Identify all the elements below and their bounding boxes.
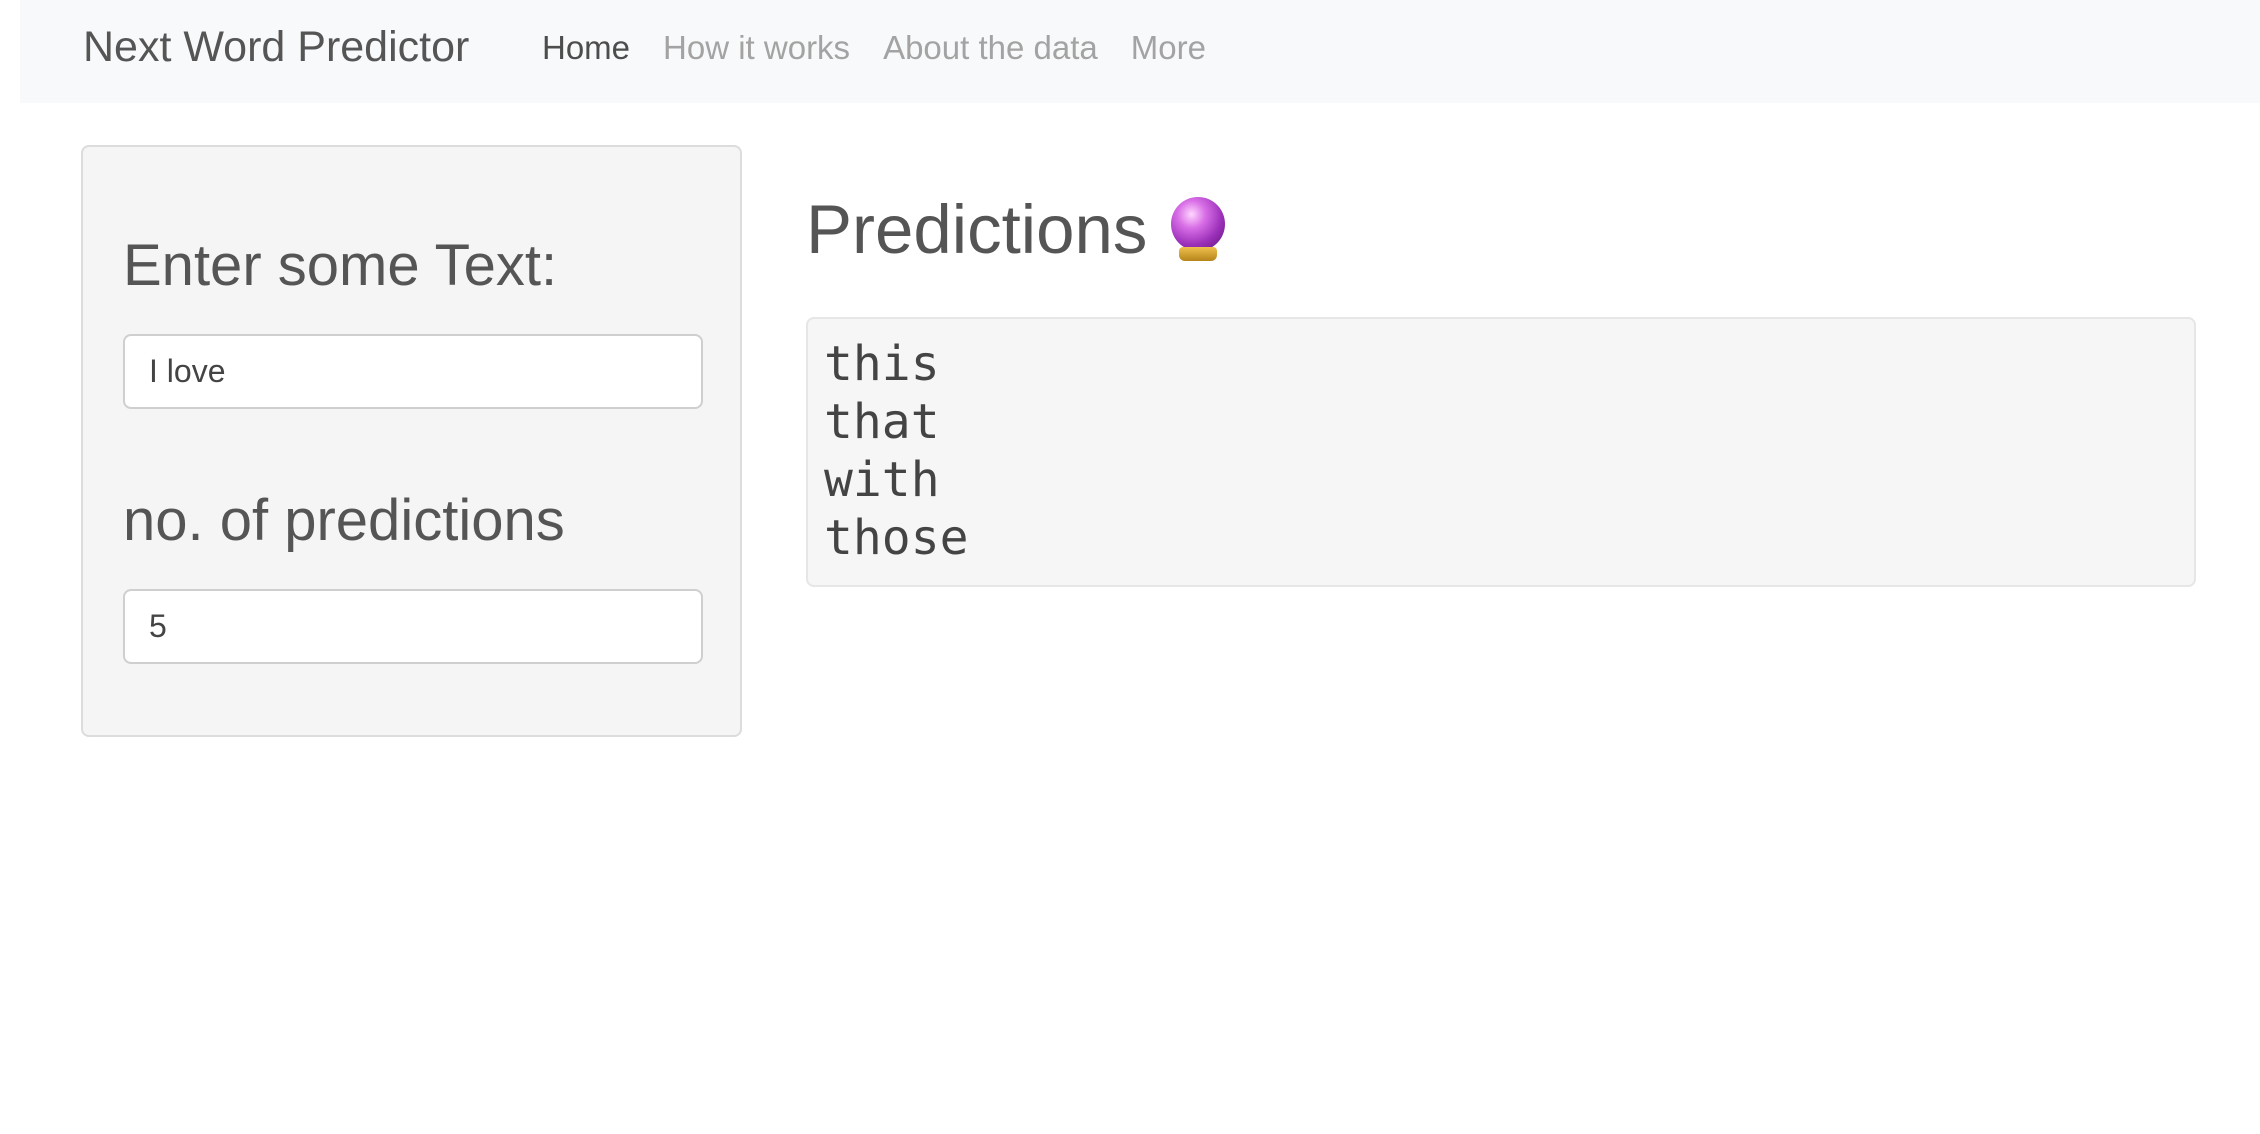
nav-link-about-the-data[interactable]: About the data [883,25,1098,70]
predictions-output: this that with those [806,317,2196,587]
nav-links: Home How it works About the data More [542,25,1239,70]
nav-link-home[interactable]: Home [542,25,630,70]
predictions-title: Predictions [806,191,1148,268]
crystal-ball-icon [1169,197,1227,263]
prediction-item: with [824,452,940,508]
nav-link-more[interactable]: More [1131,25,1206,70]
predictions-count-label: no. of predictions [123,488,565,553]
brand-title[interactable]: Next Word Predictor [83,22,469,72]
input-panel: Enter some Text: no. of predictions [81,145,742,737]
nav-link-how-it-works[interactable]: How it works [663,25,850,70]
navbar: Next Word Predictor Home How it works Ab… [20,0,2260,103]
prediction-item: those [824,510,969,566]
predictions-count-input[interactable] [123,589,703,664]
text-input-label: Enter some Text: [123,233,558,298]
text-input[interactable] [123,334,703,409]
prediction-item: that [824,394,940,450]
prediction-item: this [824,336,940,392]
predictions-heading: Predictions [806,190,1227,270]
